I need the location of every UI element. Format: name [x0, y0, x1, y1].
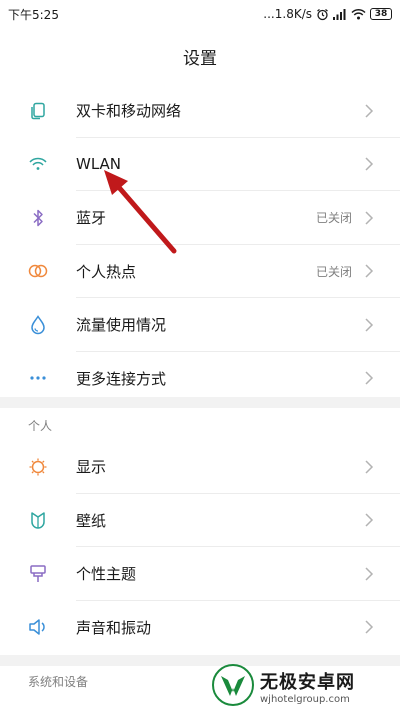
watermark: 无极安卓网 wjhotelgroup.com [212, 662, 400, 711]
data-usage-icon [28, 314, 48, 335]
chevron-right-icon [365, 513, 374, 527]
sound-icon [28, 617, 48, 637]
chevron-right-icon [365, 567, 374, 581]
section-divider [0, 397, 400, 408]
chevron-right-icon [365, 460, 374, 474]
page-title-bar: 设置 [0, 28, 400, 84]
settings-item-label: 显示 [76, 458, 107, 477]
watermark-url: wjhotelgroup.com [260, 694, 350, 705]
settings-item-label: 蓝牙 [76, 209, 107, 228]
wifi-status-icon [351, 8, 366, 20]
sim-cards-icon [28, 101, 48, 121]
status-time: 下午5:25 [8, 7, 59, 22]
watermark-text: 无极安卓网 wjhotelgroup.com [260, 668, 355, 705]
signal-icon [333, 8, 347, 20]
settings-item-label: 个性主题 [76, 565, 137, 584]
settings-item-theme[interactable]: 个性主题 [0, 547, 400, 601]
alarm-icon [316, 8, 329, 21]
section-header-personal: 个人 [28, 419, 53, 433]
settings-item-label: 流量使用情况 [76, 316, 167, 335]
chevron-right-icon [365, 104, 374, 118]
display-icon [28, 457, 48, 477]
chevron-right-icon [365, 264, 374, 278]
settings-item-dual-sim[interactable]: 双卡和移动网络 [0, 84, 400, 138]
status-icons: ...1.8K/s 38 [263, 7, 392, 21]
watermark-logo-icon [212, 663, 254, 710]
wifi-icon [28, 154, 48, 174]
settings-item-display[interactable]: 显示 [0, 440, 400, 494]
hotspot-status: 已关闭 [315, 264, 352, 279]
settings-item-sound[interactable]: 声音和振动 [0, 601, 400, 655]
settings-item-label: 个人热点 [76, 262, 137, 281]
settings-item-label: 更多连接方式 [76, 369, 167, 388]
settings-item-bluetooth[interactable]: 蓝牙 已关闭 [0, 191, 400, 245]
chevron-right-icon [365, 620, 374, 634]
hotspot-icon [28, 261, 48, 281]
status-bar: 下午5:25 ...1.8K/s 38 [0, 0, 400, 28]
bluetooth-icon [28, 208, 48, 228]
settings-item-label: WLAN [76, 155, 122, 174]
settings-item-wlan[interactable]: WLAN [0, 138, 400, 192]
settings-item-wallpaper[interactable]: 壁纸 [0, 494, 400, 548]
settings-item-label: 壁纸 [76, 511, 107, 530]
chevron-right-icon [365, 157, 374, 171]
wallpaper-icon [28, 510, 48, 530]
settings-item-data-usage[interactable]: 流量使用情况 [0, 298, 400, 352]
settings-item-label: 声音和振动 [76, 618, 152, 637]
settings-item-label: 双卡和移动网络 [76, 102, 182, 121]
battery-icon: 38 [370, 8, 392, 20]
bluetooth-status: 已关闭 [315, 211, 352, 226]
theme-icon [28, 564, 48, 584]
settings-item-hotspot[interactable]: 个人热点 已关闭 [0, 245, 400, 299]
page-title: 设置 [183, 48, 217, 69]
chevron-right-icon [365, 211, 374, 225]
chevron-right-icon [365, 371, 374, 385]
personal-group: 个人 显示 壁纸 个性主题 声音和振动 [0, 408, 400, 655]
more-connections-icon [28, 368, 48, 388]
network-speed: ...1.8K/s [263, 7, 312, 21]
chevron-right-icon [365, 318, 374, 332]
connections-group: 双卡和移动网络 WLAN 蓝牙 已关闭 个人热点 已关闭 流量使用情况 更多连接… [0, 84, 400, 397]
battery-level: 38 [374, 9, 388, 19]
watermark-name: 无极安卓网 [260, 672, 355, 693]
